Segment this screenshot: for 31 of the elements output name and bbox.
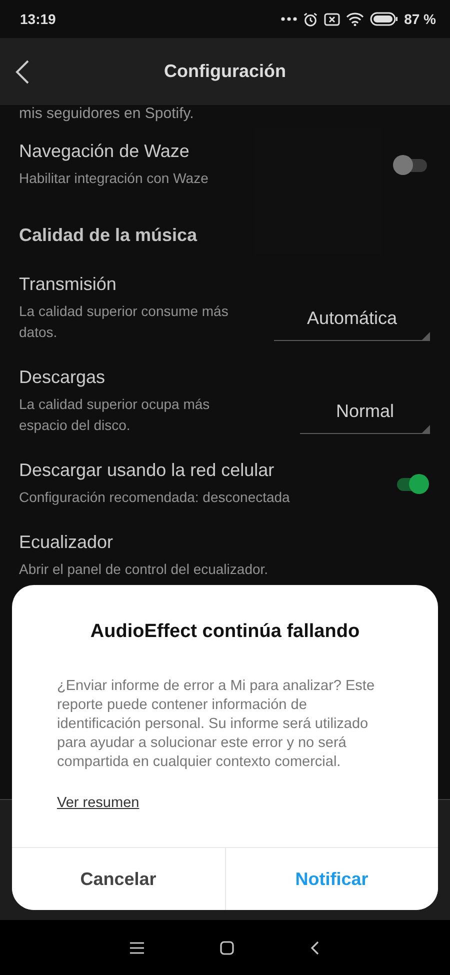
- setting-title: Transmisión: [19, 274, 118, 295]
- more-icon: [281, 17, 298, 21]
- wifi-icon: [346, 12, 364, 26]
- triangle-icon: [422, 424, 430, 432]
- setting-description: mis seguidores en Spotify.: [19, 105, 195, 124]
- triangle-icon: [422, 332, 430, 340]
- menu-icon[interactable]: [130, 942, 144, 954]
- view-summary-link[interactable]: Ver resumen: [57, 795, 140, 811]
- dialog-message: ¿Enviar informe de error a Mi para analizar? Este reporte puede contener información de identificación personal. Su informe será utilizado para ayudar a solucionar este error y no será compartida en cualquier contexto comercial.: [57, 677, 376, 772]
- setting-title: Descargas: [19, 367, 106, 388]
- sim-off-icon: [324, 12, 340, 26]
- back-icon[interactable]: [310, 940, 320, 954]
- page-title: Configuración: [163, 61, 287, 82]
- section-heading: Calidad de la música: [19, 224, 198, 247]
- setting-title: Navegación de Waze: [19, 141, 190, 162]
- quality-dropdown[interactable]: Normal: [300, 390, 430, 434]
- setting-title: Descargar usando la red celular: [19, 460, 276, 481]
- setting-description: Abrir el panel de control del ecualizador.: [19, 560, 268, 579]
- setting-description: Habilitar integración con Waze: [19, 169, 208, 188]
- dialog-title: AudioEffect continúa fallando: [89, 621, 361, 643]
- battery-level: 87 %: [404, 11, 436, 27]
- status-time: 13:19: [20, 11, 56, 27]
- alarm-icon: [303, 12, 318, 26]
- home-icon[interactable]: [220, 940, 234, 954]
- setting-description: La calidad superior consume más datos.: [19, 302, 230, 342]
- battery-icon: [370, 12, 398, 26]
- quality-dropdown[interactable]: Automática: [274, 296, 430, 340]
- toggle-switch[interactable]: [393, 155, 427, 175]
- setting-description: Configuración recomendada: desconectada: [19, 488, 290, 507]
- setting-title: Ecualizador: [19, 532, 114, 553]
- setting-description: La calidad superior ocupa más espacio del disco.: [19, 395, 211, 435]
